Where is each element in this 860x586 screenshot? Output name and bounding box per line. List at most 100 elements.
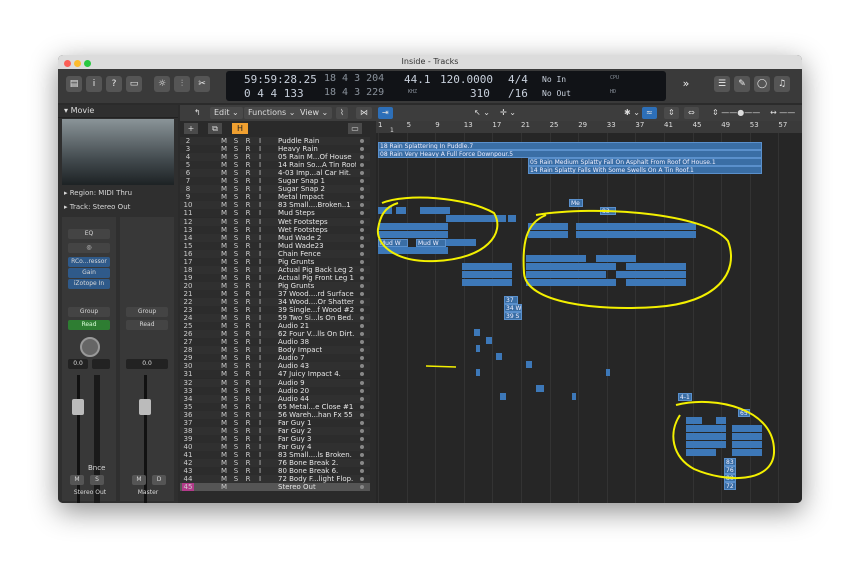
- track-row[interactable]: 24 M S R I 59 Two Si...ls On Bed.: [180, 314, 370, 323]
- record-button[interactable]: R: [244, 258, 252, 266]
- hide-tracks-button[interactable]: H: [232, 123, 248, 134]
- input-monitor-button[interactable]: I: [256, 218, 264, 226]
- solo-button[interactable]: S: [232, 459, 240, 467]
- record-button[interactable]: R: [244, 475, 252, 483]
- record-button[interactable]: R: [244, 290, 252, 298]
- track-row[interactable]: 25 M S R I Audio 21: [180, 322, 370, 331]
- track-row[interactable]: 36 M S R I 56 Wareh...han Fx 55: [180, 410, 370, 419]
- solo-button[interactable]: S: [232, 338, 240, 346]
- track-row[interactable]: 35 M S R I 65 Metal...e Close #1: [180, 402, 370, 411]
- mute-button[interactable]: M: [220, 250, 228, 258]
- solo-button[interactable]: S: [232, 290, 240, 298]
- solo-button[interactable]: S: [232, 250, 240, 258]
- track-row[interactable]: 23 M S R I 39 Single...f Wood #2: [180, 306, 370, 315]
- solo-button[interactable]: S: [232, 322, 240, 330]
- mute-button[interactable]: M: [220, 411, 228, 419]
- movie-header[interactable]: ▾ Movie: [58, 105, 178, 118]
- track-row[interactable]: 17 M S R I Pig Grunts: [180, 257, 370, 266]
- zoom-vertical-icon[interactable]: ⇕: [664, 107, 679, 119]
- track-row[interactable]: 9 M S R I Metal Impact: [180, 193, 370, 202]
- record-button[interactable]: R: [244, 274, 252, 282]
- fader-1[interactable]: [72, 399, 84, 415]
- input-monitor-button[interactable]: I: [256, 419, 264, 427]
- record-button[interactable]: R: [244, 443, 252, 451]
- plugin-slot-3[interactable]: iZotope In: [68, 279, 110, 289]
- track-row[interactable]: 14 M S R I Mud Wade 2: [180, 233, 370, 242]
- track-row[interactable]: 44 M S R I 72 Body F...light Flop.: [180, 475, 370, 484]
- track-row[interactable]: 34 M S R I Audio 44: [180, 394, 370, 403]
- solo-button[interactable]: S: [232, 419, 240, 427]
- record-button[interactable]: R: [244, 330, 252, 338]
- input-monitor-button[interactable]: I: [256, 250, 264, 258]
- group-button-1[interactable]: Group: [68, 307, 110, 317]
- loops-icon[interactable]: ◯: [754, 76, 770, 92]
- minimize-button[interactable]: [74, 60, 81, 67]
- mute-button[interactable]: M: [220, 266, 228, 274]
- pointer-tool-icon[interactable]: ↖ ⌄: [470, 107, 494, 119]
- record-button[interactable]: R: [244, 459, 252, 467]
- mute-button[interactable]: M: [220, 201, 228, 209]
- input-monitor-button[interactable]: I: [256, 435, 264, 443]
- solo-button[interactable]: S: [232, 266, 240, 274]
- flex-icon[interactable]: ⋈: [356, 107, 372, 119]
- input-monitor-button[interactable]: I: [256, 387, 264, 395]
- input-monitor-button[interactable]: I: [256, 395, 264, 403]
- track-row[interactable]: 8 M S R I Sugar Snap 2: [180, 185, 370, 194]
- input-monitor-button[interactable]: I: [256, 411, 264, 419]
- help-icon[interactable]: ?: [106, 76, 122, 92]
- solo-button[interactable]: S: [232, 354, 240, 362]
- mute-button[interactable]: M: [220, 370, 228, 378]
- input-monitor-button[interactable]: I: [256, 306, 264, 314]
- input-monitor-button[interactable]: I: [256, 153, 264, 161]
- mute-button[interactable]: M: [220, 209, 228, 217]
- input-monitor-button[interactable]: I: [256, 234, 264, 242]
- mute-button[interactable]: M: [220, 274, 228, 282]
- record-button[interactable]: R: [244, 153, 252, 161]
- record-button[interactable]: R: [244, 145, 252, 153]
- mute-button[interactable]: M: [220, 290, 228, 298]
- track-row[interactable]: 41 M S R I 83 Small....ls Broken.: [180, 450, 370, 459]
- mixer-icon[interactable]: ⫶: [174, 76, 190, 92]
- track-row[interactable]: 3 M S R I Heavy Rain: [180, 145, 370, 154]
- input-monitor-button[interactable]: I: [256, 209, 264, 217]
- input-monitor-button[interactable]: I: [256, 177, 264, 185]
- mute-button[interactable]: M: [220, 435, 228, 443]
- track-row[interactable]: 30 M S R I Audio 43: [180, 362, 370, 371]
- solo-button[interactable]: S: [232, 451, 240, 459]
- mute-button[interactable]: M: [220, 242, 228, 250]
- input-monitor-button[interactable]: I: [256, 362, 264, 370]
- mute-button[interactable]: M: [220, 346, 228, 354]
- record-button[interactable]: R: [244, 161, 252, 169]
- mute-button[interactable]: M: [220, 185, 228, 193]
- solo-button[interactable]: S: [232, 209, 240, 217]
- record-button[interactable]: R: [244, 322, 252, 330]
- input-monitor-button[interactable]: I: [256, 161, 264, 169]
- input-monitor-button[interactable]: I: [256, 354, 264, 362]
- close-button[interactable]: [64, 60, 71, 67]
- record-button[interactable]: R: [244, 314, 252, 322]
- solo-button[interactable]: S: [232, 201, 240, 209]
- add-track-icon[interactable]: +: [184, 123, 198, 134]
- track-inspector[interactable]: ▸ Track: Stereo Out: [64, 203, 130, 211]
- toolbar-icon[interactable]: ▭: [126, 76, 142, 92]
- duplicate-track-icon[interactable]: ⧉: [208, 123, 222, 134]
- input-monitor-button[interactable]: I: [256, 290, 264, 298]
- input-monitor-button[interactable]: I: [256, 314, 264, 322]
- mute-button[interactable]: M: [220, 161, 228, 169]
- input-monitor-button[interactable]: I: [256, 145, 264, 153]
- chevron-right-icon[interactable]: »: [678, 76, 694, 92]
- track-row[interactable]: 2 M S R I Puddle Rain: [180, 137, 370, 146]
- input-monitor-button[interactable]: I: [256, 185, 264, 193]
- track-row[interactable]: 7 M S R I Sugar Snap 1: [180, 177, 370, 186]
- input-monitor-button[interactable]: I: [256, 266, 264, 274]
- mute-button[interactable]: M: [220, 354, 228, 362]
- record-button[interactable]: R: [244, 193, 252, 201]
- record-button[interactable]: R: [244, 403, 252, 411]
- record-button[interactable]: R: [244, 242, 252, 250]
- track-row[interactable]: 32 M S R I Audio 9: [180, 378, 370, 387]
- track-row[interactable]: 6 M S R I 4-03 Imp...al Car Hit.: [180, 169, 370, 178]
- mute-button[interactable]: M: [220, 419, 228, 427]
- solo-button[interactable]: S: [232, 475, 240, 483]
- track-row[interactable]: 28 M S R I Body Impact: [180, 346, 370, 355]
- record-button[interactable]: R: [244, 234, 252, 242]
